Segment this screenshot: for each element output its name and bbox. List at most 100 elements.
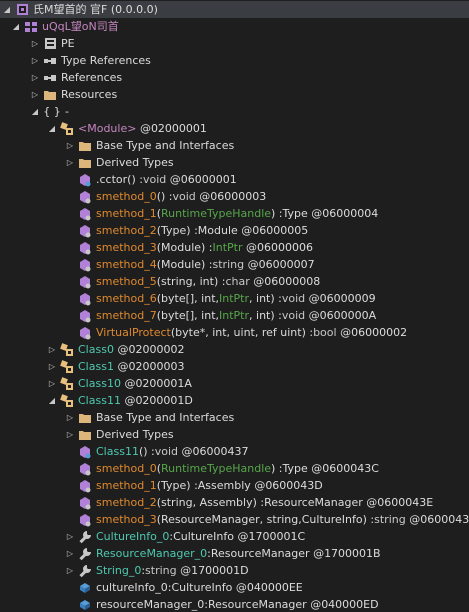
tree-node-class[interactable]: ▷ Class10 @0200001A <box>47 375 192 392</box>
tree-node-method[interactable]: smethod_4(Module) : string @06000007 <box>78 256 315 273</box>
folder-icon <box>43 88 57 102</box>
wrench-icon <box>78 547 92 561</box>
tree-node-method[interactable]: smethod_3(Module) : IntPtr @06000006 <box>78 239 313 256</box>
folder-icon <box>78 139 92 153</box>
module-icon <box>24 20 38 34</box>
tree-node-class[interactable]: ◢ Class11 @0200001D <box>47 392 193 409</box>
tree-node-method[interactable]: smethod_0() : void @06000003 <box>78 188 266 205</box>
chevron-right-icon[interactable]: ▷ <box>47 375 57 392</box>
method-icon <box>78 445 92 459</box>
chevron-right-icon[interactable]: ▷ <box>65 545 75 562</box>
static-method-icon <box>78 462 92 476</box>
chevron-right-icon[interactable]: ▷ <box>65 154 75 171</box>
node-label-references: References <box>61 71 123 84</box>
class-token: @02000001 <box>139 122 207 135</box>
method-name: smethod_7 <box>96 309 157 322</box>
tree-node-module-class[interactable]: ◢ <Module> @02000001 <box>47 120 207 137</box>
tree-node-property[interactable]: ▷ String_0 : string @1700001D <box>65 562 249 579</box>
static-method-icon <box>78 241 92 255</box>
node-label-type-references: Type References <box>61 54 151 67</box>
chevron-right-icon[interactable]: ▷ <box>65 528 75 545</box>
tree-node-method[interactable]: VirtualProtect(byte*, int, uint, ref uin… <box>78 324 407 341</box>
tree-node-references[interactable]: ▷ References <box>30 69 122 86</box>
node-label-resources: Resources <box>61 88 118 101</box>
tree-node-module[interactable]: ◢ uQqL望oN司首 <box>11 18 119 35</box>
tree-node-method[interactable]: smethod_0(RuntimeTypeHandle) : Type @060… <box>78 460 379 477</box>
static-field-icon <box>78 581 92 595</box>
static-method-icon <box>78 190 92 204</box>
chevron-down-icon[interactable]: ◢ <box>2 1 12 18</box>
chevron-right-icon[interactable]: ▷ <box>47 341 57 358</box>
class-icon <box>60 342 74 357</box>
chevron-right-icon[interactable]: ▷ <box>65 562 75 579</box>
tree-node-class[interactable]: ▷ Class1 @02000003 <box>47 358 184 375</box>
class-icon <box>60 376 74 391</box>
chevron-right-icon[interactable]: ▷ <box>30 86 40 103</box>
node-label-derived-types: Derived Types <box>96 156 174 169</box>
tree-node-method[interactable]: smethod_6(byte[], int, IntPtr, int) : vo… <box>78 290 376 307</box>
folder-icon <box>78 411 92 425</box>
tree-node-method[interactable]: smethod_1(RuntimeTypeHandle) : Type @060… <box>78 205 378 222</box>
references-icon <box>43 71 57 85</box>
method-name: VirtualProtect <box>96 326 171 339</box>
assembly-tree: ◢ 氏M望首的 官F (0.0.0.0) ◢ uQqL望oN司首 ▷ PE ▷ … <box>0 0 469 612</box>
tree-node-class[interactable]: ▷ Class0 @02000002 <box>47 341 184 358</box>
chevron-right-icon[interactable]: ▷ <box>30 52 40 69</box>
chevron-right-icon[interactable]: ▷ <box>65 409 75 426</box>
pe-icon <box>43 37 57 51</box>
tree-node-derived-types[interactable]: ▷ Derived Types <box>65 426 174 443</box>
chevron-down-icon[interactable]: ◢ <box>47 392 57 409</box>
tree-node-namespace[interactable]: ◢ { } - <box>30 103 69 120</box>
chevron-right-icon[interactable]: ▷ <box>65 426 75 443</box>
tree-node-property[interactable]: ▷ CultureInfo_0 : CultureInfo @1700001C <box>65 528 305 545</box>
method-name: smethod_4 <box>96 258 157 271</box>
node-label-base-types: Base Type and Interfaces <box>96 139 235 152</box>
module-name: uQqL望oN司首 <box>42 20 119 33</box>
static-method-icon <box>78 173 92 187</box>
static-method-icon <box>78 479 92 493</box>
chevron-right-icon[interactable]: ▷ <box>30 69 40 86</box>
tree-node-method[interactable]: smethod_3(ResourceManager, string, Cultu… <box>78 511 469 528</box>
tree-node-method[interactable]: smethod_7(byte[], int, IntPtr, int) : vo… <box>78 307 376 324</box>
namespace-name: - <box>65 105 69 118</box>
tree-node-pe[interactable]: ▷ PE <box>30 35 75 52</box>
tree-node-field[interactable]: resourceManager_0 : ResourceManager @040… <box>78 596 379 612</box>
chevron-right-icon[interactable]: ▷ <box>47 358 57 375</box>
type-references-icon <box>43 54 57 68</box>
assembly-icon <box>15 3 29 17</box>
static-method-icon <box>78 258 92 272</box>
static-method-icon <box>78 224 92 238</box>
tree-node-method[interactable]: smethod_5(string, int) : char @06000008 <box>78 273 320 290</box>
assembly-name: 氏M望首的 官F <box>33 3 108 16</box>
chevron-right-icon[interactable]: ▷ <box>30 35 40 52</box>
static-method-icon <box>78 326 92 340</box>
tree-node-base-types[interactable]: ▷ Base Type and Interfaces <box>65 137 234 154</box>
chevron-right-icon[interactable]: ▷ <box>65 137 75 154</box>
chevron-down-icon[interactable]: ◢ <box>47 120 57 137</box>
chevron-down-icon[interactable]: ◢ <box>30 103 40 120</box>
tree-node-base-types[interactable]: ▷ Base Type and Interfaces <box>65 409 234 426</box>
tree-node-method[interactable]: smethod_2(string, Assembly) : ResourceMa… <box>78 494 433 511</box>
folder-icon <box>78 156 92 170</box>
static-method-icon <box>78 292 92 306</box>
method-name: smethod_3 <box>96 241 157 254</box>
tree-node-derived-types[interactable]: ▷ Derived Types <box>65 154 174 171</box>
method-name: smethod_2 <box>96 224 157 237</box>
tree-node-property[interactable]: ▷ ResourceManager_0 : ResourceManager @1… <box>65 545 381 562</box>
class-icon <box>60 121 74 136</box>
assembly-version: (0.0.0.0) <box>110 3 158 16</box>
tree-node-type-references[interactable]: ▷ Type References <box>30 52 151 69</box>
chevron-down-icon[interactable]: ◢ <box>11 18 21 35</box>
tree-node-assembly[interactable]: ◢ 氏M望首的 官F (0.0.0.0) <box>0 1 469 18</box>
node-label-pe: PE <box>61 37 75 50</box>
wrench-icon <box>78 530 92 544</box>
static-method-icon <box>78 513 92 527</box>
tree-node-resources[interactable]: ▷ Resources <box>30 86 117 103</box>
tree-node-method[interactable]: .cctor() : void @06000001 <box>78 171 237 188</box>
tree-node-method[interactable]: smethod_2(Type) : Module @06000005 <box>78 222 308 239</box>
tree-node-field[interactable]: cultureInfo_0 : CultureInfo @040000EE <box>78 579 303 596</box>
class-icon <box>60 393 74 408</box>
class-name: <Module> <box>78 122 137 135</box>
tree-node-method[interactable]: smethod_1(Type) : Assembly @0600043D <box>78 477 323 494</box>
tree-node-method[interactable]: Class11() : void @06000437 <box>78 443 249 460</box>
